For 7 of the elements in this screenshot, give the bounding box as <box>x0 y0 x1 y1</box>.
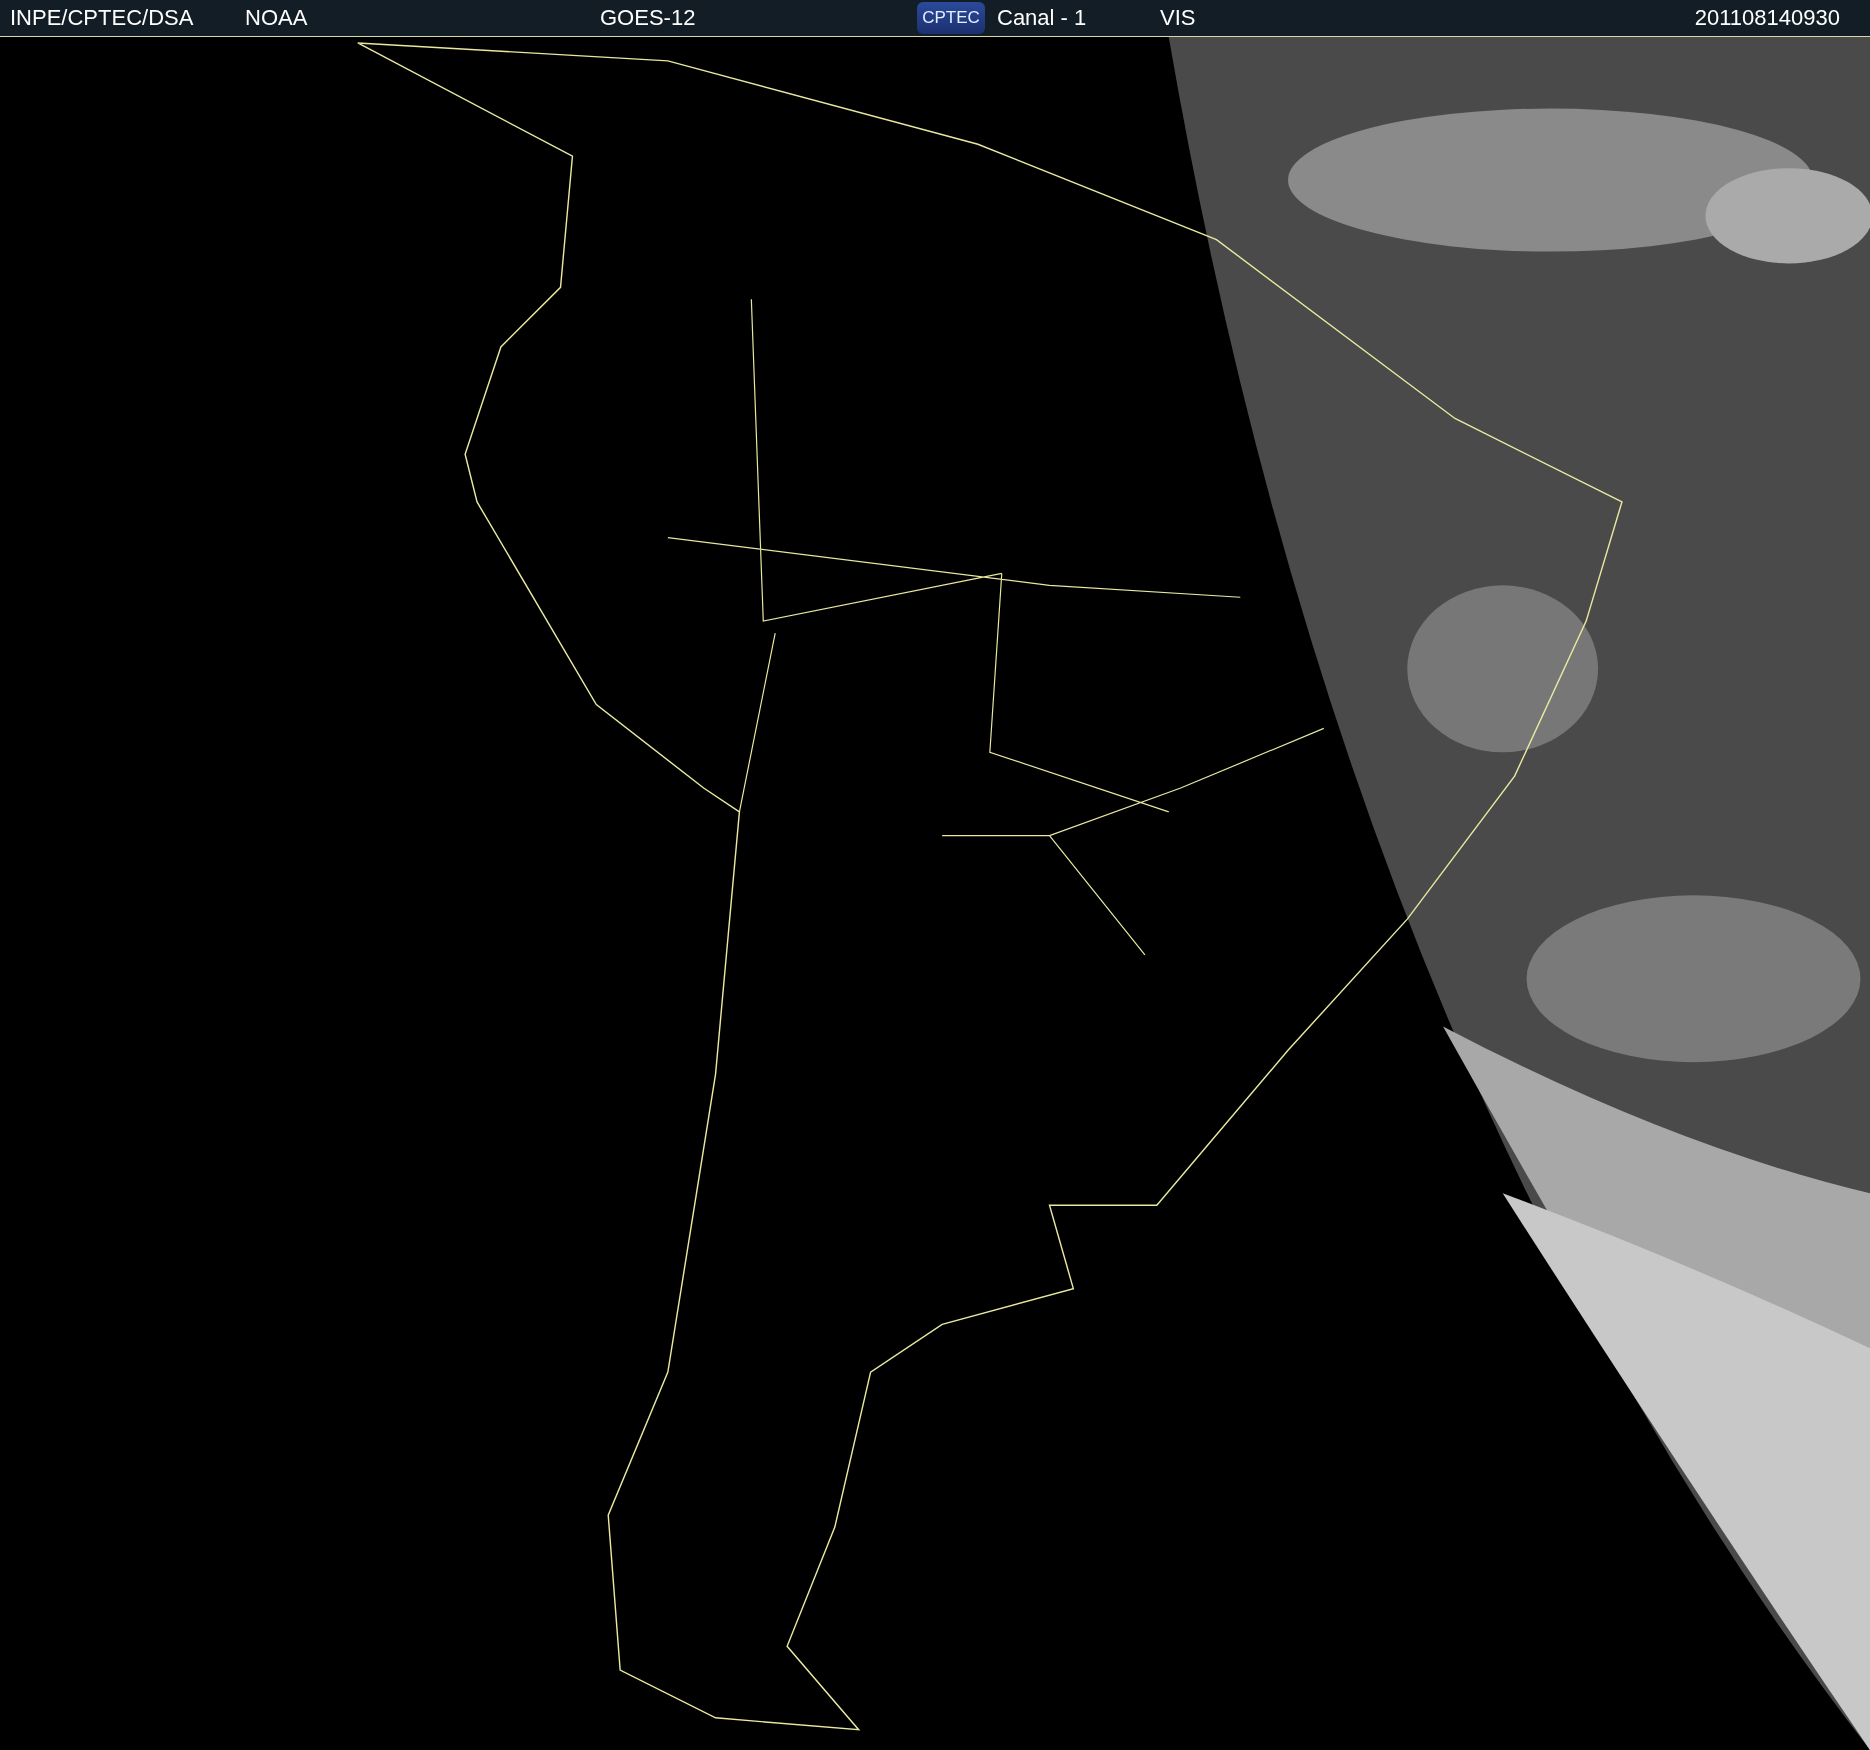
header-label: VIS <box>1160 5 1196 31</box>
header-label: INPE/CPTEC/DSA <box>10 5 194 31</box>
header-label: GOES-12 <box>600 5 696 31</box>
logo: CPTEC <box>917 2 985 34</box>
header-label: NOAA <box>245 5 308 31</box>
header-label: 201108140930 <box>1694 5 1840 31</box>
header-label: Canal - 1 <box>997 5 1087 31</box>
